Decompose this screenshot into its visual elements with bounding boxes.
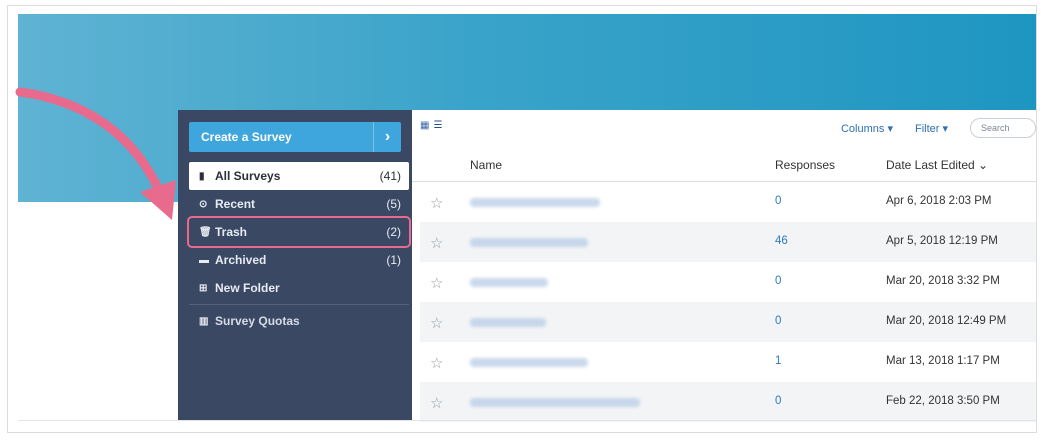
sidebar-item-count: (2) bbox=[386, 225, 401, 239]
divider bbox=[18, 420, 1036, 421]
table-row[interactable]: ☆ 0 Mar 20, 2018 12:49 PM bbox=[420, 302, 1036, 342]
sidebar-item-count: (1) bbox=[386, 253, 401, 267]
survey-name-redacted[interactable] bbox=[470, 278, 548, 287]
date-edited: Mar 13, 2018 1:17 PM bbox=[886, 355, 1000, 367]
sidebar-item-label: Recent bbox=[215, 197, 256, 211]
star-icon[interactable]: ☆ bbox=[430, 314, 443, 332]
sidebar-item-label: All Surveys bbox=[215, 169, 281, 183]
star-icon[interactable]: ☆ bbox=[430, 394, 443, 412]
chevron-right-icon[interactable]: › bbox=[373, 122, 401, 152]
table-row[interactable]: ☆ 0 Apr 6, 2018 2:03 PM bbox=[420, 182, 1036, 222]
sidebar-item-all-surveys[interactable]: ▮ All Surveys (41) bbox=[189, 162, 409, 190]
column-header-date[interactable]: Date Last Edited ⌄ bbox=[886, 158, 988, 172]
table-header: Name Responses Date Last Edited ⌄ bbox=[412, 146, 1036, 182]
survey-name-redacted[interactable] bbox=[470, 238, 588, 247]
date-edited: Mar 20, 2018 3:32 PM bbox=[886, 275, 1000, 287]
pointer-arrow-annotation bbox=[15, 87, 176, 220]
list-view-icon[interactable]: ☰ bbox=[433, 120, 442, 131]
sidebar-item-count: (5) bbox=[386, 197, 401, 211]
column-header-name[interactable]: Name bbox=[470, 158, 502, 172]
date-edited: Mar 20, 2018 12:49 PM bbox=[886, 315, 1007, 327]
sidebar: Create a Survey › ▮ All Surveys (41) ⊙ R… bbox=[178, 110, 412, 420]
response-count[interactable]: 46 bbox=[775, 235, 788, 247]
date-edited: Apr 5, 2018 12:19 PM bbox=[886, 235, 998, 247]
columns-dropdown[interactable]: Columns ▾ bbox=[841, 122, 893, 135]
sidebar-item-trash[interactable]: 🗑 Trash (2) bbox=[187, 216, 411, 248]
view-toggle: ▦ ☰ bbox=[420, 120, 442, 131]
survey-name-redacted[interactable] bbox=[470, 318, 546, 327]
sidebar-item-label: Trash bbox=[215, 225, 248, 239]
filter-dropdown[interactable]: Filter ▾ bbox=[915, 122, 948, 135]
sidebar-item-archived[interactable]: ▬ Archived (1) bbox=[189, 246, 409, 274]
sidebar-item-label: Survey Quotas bbox=[215, 314, 300, 328]
survey-name-redacted[interactable] bbox=[470, 198, 600, 207]
table-row[interactable]: ☆ 0 Feb 22, 2018 3:50 PM bbox=[420, 382, 1036, 422]
sidebar-item-new-folder[interactable]: ⊞ New Folder bbox=[189, 274, 409, 302]
star-icon[interactable]: ☆ bbox=[430, 234, 443, 252]
sidebar-item-survey-quotas[interactable]: ▥ Survey Quotas bbox=[189, 307, 409, 335]
star-icon[interactable]: ☆ bbox=[430, 194, 443, 212]
new-folder-icon: ⊞ bbox=[199, 282, 208, 294]
sidebar-item-recent[interactable]: ⊙ Recent (5) bbox=[189, 190, 409, 218]
table-row[interactable]: ☆ 0 Mar 20, 2018 3:32 PM bbox=[420, 262, 1036, 302]
date-edited: Apr 6, 2018 2:03 PM bbox=[886, 195, 992, 207]
survey-name-redacted[interactable] bbox=[470, 358, 588, 367]
table-row[interactable]: ☆ 1 Mar 13, 2018 1:17 PM bbox=[420, 342, 1036, 382]
survey-list-panel: ▦ ☰ Columns ▾ Filter ▾ Search Name Respo… bbox=[412, 110, 1036, 422]
trash-icon: 🗑 bbox=[199, 226, 212, 238]
sidebar-item-label: New Folder bbox=[215, 281, 280, 295]
sidebar-nav: ▮ All Surveys (41) ⊙ Recent (5) 🗑 Trash … bbox=[187, 162, 411, 335]
grid-view-icon[interactable]: ▦ bbox=[420, 120, 429, 131]
star-icon[interactable]: ☆ bbox=[430, 274, 443, 292]
response-count[interactable]: 1 bbox=[775, 355, 781, 367]
search-input[interactable]: Search bbox=[970, 118, 1036, 138]
list-toolbar: Columns ▾ Filter ▾ Search bbox=[841, 118, 1036, 138]
bar-chart-icon: ▥ bbox=[199, 315, 209, 327]
sidebar-item-count: (41) bbox=[379, 169, 401, 183]
archive-icon: ▬ bbox=[199, 254, 209, 266]
response-count[interactable]: 0 bbox=[775, 195, 781, 207]
sidebar-item-label: Archived bbox=[215, 253, 267, 267]
star-icon[interactable]: ☆ bbox=[430, 354, 443, 372]
response-count[interactable]: 0 bbox=[775, 275, 781, 287]
response-count[interactable]: 0 bbox=[775, 395, 781, 407]
clock-icon: ⊙ bbox=[199, 198, 208, 210]
date-edited: Feb 22, 2018 3:50 PM bbox=[886, 395, 1000, 407]
response-count[interactable]: 0 bbox=[775, 315, 781, 327]
survey-table-body: ☆ 0 Apr 6, 2018 2:03 PM ☆ 46 Apr 5, 2018… bbox=[420, 182, 1036, 422]
file-icon: ▮ bbox=[199, 170, 205, 182]
sidebar-divider bbox=[189, 304, 409, 305]
survey-name-redacted[interactable] bbox=[470, 398, 640, 407]
column-header-responses[interactable]: Responses bbox=[775, 158, 835, 172]
table-row[interactable]: ☆ 46 Apr 5, 2018 12:19 PM bbox=[420, 222, 1036, 262]
create-survey-button[interactable]: Create a Survey › bbox=[189, 122, 401, 152]
create-survey-label: Create a Survey bbox=[201, 130, 292, 144]
